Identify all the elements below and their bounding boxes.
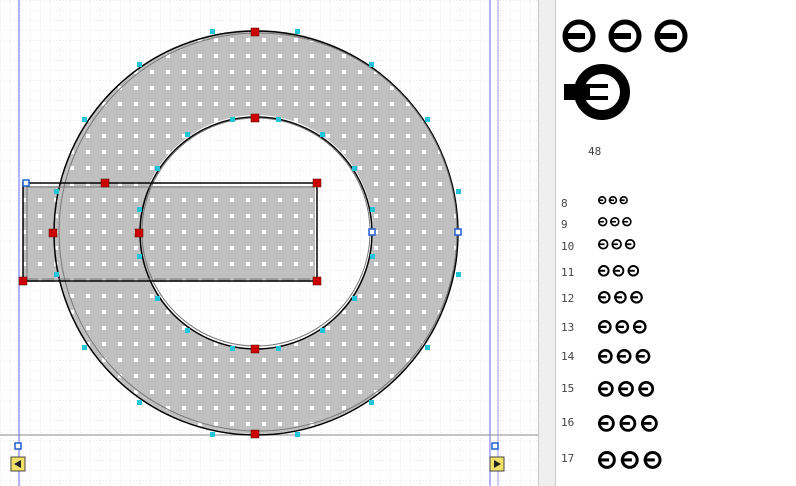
preview-huge-glyph [562, 62, 638, 126]
size-sample-11 [597, 264, 640, 278]
vertical-scrollbar[interactable] [538, 0, 556, 486]
size-sample-14 [597, 348, 651, 365]
size-sample-12 [597, 290, 644, 305]
size-label-13: 13 [561, 321, 575, 334]
glyph-editor-svg[interactable] [0, 0, 538, 486]
left-metric-marker[interactable] [10, 456, 26, 472]
size-label-12: 12 [561, 292, 575, 305]
size-sample-10 [597, 238, 636, 251]
size-label-16: 16 [561, 416, 575, 429]
size-label-10: 10 [561, 240, 575, 253]
size-label-11: 11 [561, 266, 575, 279]
size-sample-17 [597, 450, 663, 470]
size-sample-15 [597, 380, 655, 398]
size-label-17: 17 [561, 452, 575, 465]
size-label-15: 15 [561, 382, 575, 395]
preview-large-row [562, 16, 702, 56]
size-label-8: 8 [561, 197, 568, 210]
glyph-bar-fill [23, 186, 313, 282]
size-sample-8 [597, 195, 629, 205]
right-metric-marker[interactable] [489, 456, 505, 472]
glyph-editor-canvas[interactable] [0, 0, 538, 486]
size-sample-9 [597, 216, 633, 227]
size-label-9: 9 [561, 218, 568, 231]
preview-big-size-label: 48 [588, 145, 602, 158]
size-sample-13 [597, 319, 648, 335]
glyph-hole-gap [318, 186, 358, 282]
size-sample-16 [597, 414, 659, 433]
size-label-14: 14 [561, 350, 575, 363]
